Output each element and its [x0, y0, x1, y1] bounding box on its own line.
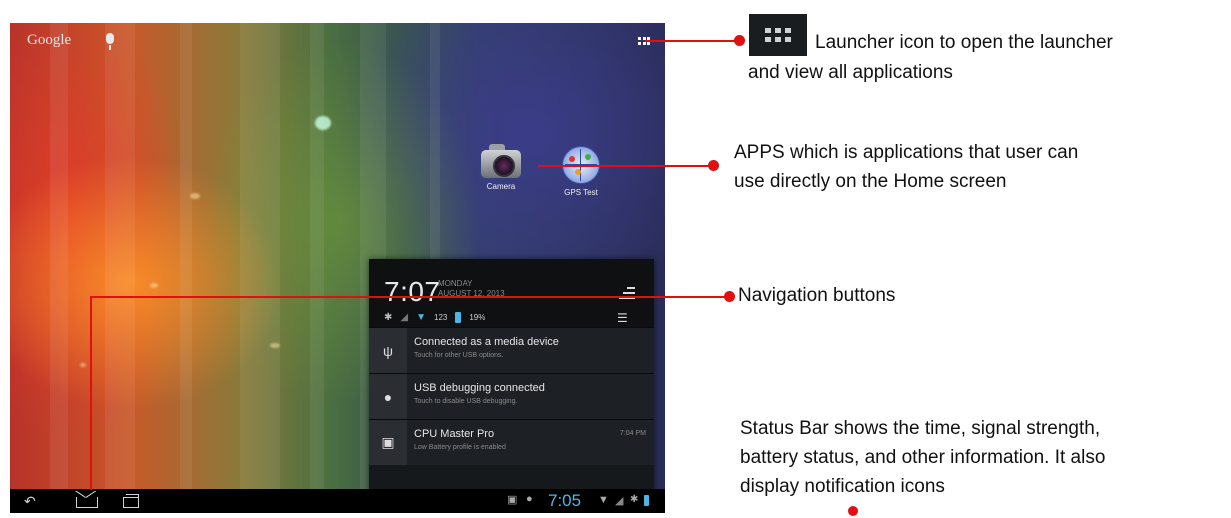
app-grid-icon[interactable] — [638, 37, 650, 46]
google-search-label[interactable]: Google — [27, 32, 71, 49]
app-gps-test[interactable]: GPS Test — [546, 146, 616, 197]
status-bar-annotation-line2: battery status, and other information. I… — [740, 447, 1106, 468]
wifi-label: 123 — [434, 312, 448, 322]
recent-apps-icon[interactable] — [123, 494, 139, 508]
navigation-callout-dot — [724, 291, 735, 302]
panel-day: MONDAY — [438, 279, 473, 288]
navigation-callout-line — [90, 296, 728, 298]
notification-subtitle: Touch to disable USB debugging. — [414, 398, 518, 405]
panel-status-row: ✱ ◢ ▼ 123 19% — [384, 310, 485, 324]
launcher-annotation-line1: Launcher icon to open the launcher — [815, 32, 1113, 53]
app-label: Camera — [486, 182, 516, 191]
cpu-icon: ▣ — [369, 420, 407, 465]
notification-item[interactable]: ψ Connected as a media device Touch for … — [369, 327, 654, 373]
apps-callout-dot — [708, 160, 719, 171]
wallpaper-glow — [190, 193, 200, 199]
notification-subtitle: Touch for other USB options. — [414, 352, 504, 359]
battery-percent: 19% — [469, 312, 486, 322]
navigation-annotation: Navigation buttons — [738, 285, 896, 306]
notification-title: Connected as a media device — [414, 336, 559, 348]
mic-icon[interactable] — [106, 33, 114, 51]
android-status-icon[interactable]: ● — [526, 493, 533, 505]
wallpaper-stripe — [180, 23, 192, 513]
app-grid-icon — [749, 14, 807, 56]
panel-header: 7:07 MONDAY AUGUST 12, 2013 ✱ ◢ ▼ 123 19… — [369, 259, 654, 327]
quick-settings-icon[interactable]: ☰ — [617, 311, 628, 325]
system-bar: ↶ ▣ ● 7:05 ▼ ◢ ✱ — [10, 489, 665, 513]
app-label: GPS Test — [564, 188, 598, 197]
panel-time: 7:07 — [384, 276, 441, 307]
wallpaper-stripe — [50, 23, 68, 513]
apps-annotation-line2: use directly on the Home screen — [734, 171, 1007, 192]
wallpaper-stripe — [105, 23, 135, 513]
apps-callout-line — [538, 165, 713, 167]
notification-item[interactable]: ▣ CPU Master Pro Low Battery profile is … — [369, 419, 654, 465]
notification-title: CPU Master Pro — [414, 428, 495, 440]
status-bar-annotation-line3: display notification icons — [740, 476, 945, 497]
wallpaper-glow — [270, 343, 280, 348]
notification-item[interactable]: ● USB debugging connected Touch to disab… — [369, 373, 654, 419]
home-screen: Google Camera GPS Test 7:07 MONDAY AUGUS… — [10, 23, 665, 513]
launcher-callout-line — [645, 40, 739, 42]
cpu-status-icon[interactable]: ▣ — [507, 493, 517, 506]
wallpaper-glow — [150, 283, 158, 288]
bluetooth-status-icon[interactable]: ✱ — [630, 494, 638, 505]
wallpaper-glow — [80, 363, 86, 367]
status-bar-callout-dot — [848, 506, 858, 516]
usb-icon: ψ — [369, 328, 407, 373]
wallpaper-stripe — [310, 23, 324, 513]
apps-annotation-line1: APPS which is applications that user can — [734, 142, 1079, 163]
wifi-status-icon[interactable]: ▼ — [598, 494, 609, 506]
back-icon[interactable]: ↶ — [24, 494, 36, 508]
launcher-annotation-line2: and view all applications — [748, 62, 953, 83]
launcher-callout-dot — [734, 35, 745, 46]
navigation-callout-line — [90, 296, 92, 490]
wallpaper-stripe — [240, 23, 280, 513]
battery-icon — [455, 311, 462, 323]
bluetooth-icon: ✱ — [384, 311, 393, 323]
notification-time: 7:04 PM — [619, 430, 646, 437]
status-bar-annotation-line1: Status Bar shows the time, signal streng… — [740, 418, 1101, 439]
notification-title: USB debugging connected — [414, 382, 545, 394]
battery-status-icon[interactable] — [644, 495, 649, 506]
wallpaper-glow — [315, 116, 331, 130]
signal-status-icon[interactable]: ◢ — [615, 494, 623, 507]
app-camera[interactable]: Camera — [466, 144, 536, 191]
wifi-icon: ▼ — [416, 311, 426, 323]
signal-icon: ◢ — [400, 311, 409, 323]
home-icon[interactable] — [75, 491, 98, 508]
android-icon: ● — [369, 374, 407, 419]
camera-icon — [481, 144, 521, 178]
notification-subtitle: Low Battery profile is enabled — [414, 444, 506, 451]
status-time[interactable]: 7:05 — [548, 491, 581, 511]
